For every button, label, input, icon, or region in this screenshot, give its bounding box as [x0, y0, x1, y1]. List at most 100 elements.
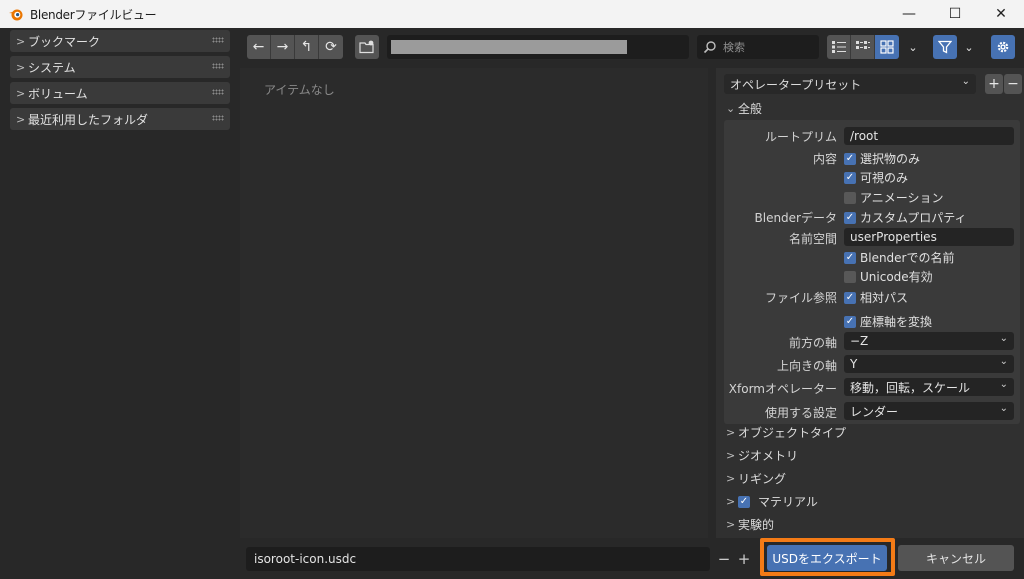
content-label: 内容: [812, 152, 837, 166]
xform-operator-value: 移動，回転，スケール: [850, 380, 971, 395]
close-button[interactable]: ✕: [978, 0, 1024, 28]
selected-only-label: 選択物のみ: [860, 152, 921, 166]
chevron-right-icon: >: [16, 112, 26, 126]
vertical-list-icon: [831, 41, 846, 53]
sidebar-panel-system[interactable]: > システム: [10, 56, 230, 78]
namespace-value: userProperties: [850, 230, 937, 244]
sidebar-panel-recent[interactable]: > 最近利用したフォルダ: [10, 108, 230, 130]
display-mode-group: [827, 35, 899, 59]
search-icon: [703, 41, 716, 54]
sidebar-panel-bookmarks[interactable]: > ブックマーク: [10, 30, 230, 52]
blender-names-checkbox[interactable]: ✓ Blenderでの名前: [844, 249, 955, 266]
drag-handle-icon[interactable]: [212, 63, 224, 69]
general-section-header[interactable]: ⌄ 全般: [726, 100, 762, 117]
relative-paths-label: 相対パス: [860, 291, 909, 305]
relative-paths-checkbox[interactable]: ✓ 相対パス: [844, 289, 908, 306]
sidebar-panel-volumes[interactable]: > ボリューム: [10, 82, 230, 104]
rigging-section-header[interactable]: > リギング: [726, 470, 786, 487]
maximize-button[interactable]: ☐: [932, 0, 978, 28]
chevron-right-icon: >: [16, 34, 26, 48]
forward-axis-dropdown[interactable]: −Z ⌄: [844, 332, 1014, 350]
chevron-down-icon: ⌄: [726, 102, 736, 115]
experimental-section-header[interactable]: > 実験的: [726, 516, 774, 533]
sidebar: > ブックマーク > システム > ボリューム > 最近利用したフォルダ: [4, 28, 236, 579]
drag-handle-icon[interactable]: [212, 37, 224, 43]
file-list-area[interactable]: アイテムなし: [240, 68, 708, 538]
object-types-section-header[interactable]: > オブジェクトタイプ: [726, 424, 846, 441]
horizontal-list-button[interactable]: [851, 35, 875, 59]
operator-presets-dropdown[interactable]: オペレータープリセット ⌄: [724, 74, 976, 94]
general-section-label: 全般: [738, 102, 763, 116]
filter-options-dropdown[interactable]: ⌄: [957, 35, 981, 59]
convert-axes-label: 座標軸を変換: [860, 315, 933, 329]
rigging-label: リギング: [738, 472, 787, 486]
custom-properties-checkbox[interactable]: ✓ カスタムプロパティ: [844, 209, 967, 226]
xform-operator-label: Xformオペレーター: [728, 382, 837, 396]
navigation-group: ← → ↰ ⟳: [247, 35, 343, 59]
title-bar: Blenderファイルビュー — ☐ ✕: [0, 0, 1024, 28]
chevron-down-icon: ⌄: [999, 403, 1008, 414]
root-prim-field[interactable]: /root: [844, 127, 1014, 145]
animation-checkbox[interactable]: アニメーション: [844, 189, 944, 206]
horizontal-list-icon: [855, 41, 870, 49]
thumbnails-button[interactable]: [875, 35, 899, 59]
add-preset-button[interactable]: +: [985, 74, 1003, 94]
namespace-field[interactable]: userProperties: [844, 228, 1014, 246]
chevron-down-icon: ⌄: [999, 356, 1008, 367]
settings-toggle-button[interactable]: [991, 35, 1015, 59]
up-axis-value: Y: [850, 357, 858, 371]
minimize-button[interactable]: —: [886, 0, 932, 28]
checkbox-checked-icon: ✓: [844, 171, 856, 184]
decrement-filename-button[interactable]: −: [715, 547, 733, 571]
thumbnails-icon: [880, 40, 894, 54]
export-settings-panel: オペレータープリセット ⌄ + − ⌄ 全般 ルートプリム /root 内容 ✓…: [716, 68, 1024, 538]
up-axis-dropdown[interactable]: Y ⌄: [844, 355, 1014, 373]
blender-names-label: Blenderでの名前: [860, 251, 955, 265]
chevron-down-icon: ⌄: [999, 379, 1008, 390]
display-options-dropdown[interactable]: ⌄: [901, 35, 925, 59]
directory-path-field[interactable]: [387, 35, 689, 59]
cancel-button[interactable]: キャンセル: [898, 545, 1014, 571]
drag-handle-icon[interactable]: [212, 89, 224, 95]
refresh-button[interactable]: ⟳: [319, 35, 343, 59]
materials-section-header[interactable]: > ✓ マテリアル: [726, 493, 818, 510]
selected-only-checkbox[interactable]: ✓ 選択物のみ: [844, 150, 920, 167]
drag-handle-icon[interactable]: [212, 115, 224, 121]
convert-axes-checkbox[interactable]: ✓ 座標軸を変換: [844, 313, 932, 330]
chevron-right-icon: >: [726, 426, 736, 439]
checkbox-checked-icon: ✓: [844, 315, 856, 328]
animation-label: アニメーション: [860, 191, 944, 205]
chevron-right-icon: >: [726, 495, 736, 508]
back-button[interactable]: ←: [247, 35, 271, 59]
xform-operator-dropdown[interactable]: 移動，回転，スケール ⌄: [844, 378, 1014, 396]
vertical-list-button[interactable]: [827, 35, 851, 59]
gear-icon: [997, 41, 1009, 53]
chevron-down-icon: ⌄: [999, 333, 1008, 344]
parent-directory-button[interactable]: ↰: [295, 35, 319, 59]
namespace-label: 名前空間: [788, 232, 837, 246]
filter-button[interactable]: [933, 35, 957, 59]
visible-only-checkbox[interactable]: ✓ 可視のみ: [844, 169, 908, 186]
materials-checkbox[interactable]: ✓: [738, 495, 750, 508]
arrow-left-icon: ←: [252, 39, 265, 55]
maximize-icon: ☐: [948, 6, 962, 22]
new-folder-button[interactable]: [355, 35, 379, 59]
filename-input[interactable]: isoroot-icon.usdc: [246, 547, 710, 571]
experimental-label: 実験的: [738, 518, 775, 532]
forward-button[interactable]: →: [271, 35, 295, 59]
operator-presets-label: オペレータープリセット: [730, 77, 862, 92]
custom-properties-label: カスタムプロパティ: [860, 211, 967, 225]
increment-filename-button[interactable]: +: [735, 547, 753, 571]
use-settings-dropdown[interactable]: レンダー ⌄: [844, 402, 1014, 420]
chevron-right-icon: >: [726, 472, 736, 485]
refresh-icon: ⟳: [325, 39, 337, 55]
unicode-checkbox[interactable]: Unicode有効: [844, 268, 933, 285]
remove-preset-button[interactable]: −: [1004, 74, 1022, 94]
use-settings-value: レンダー: [850, 404, 899, 419]
geometry-label: ジオメトリ: [738, 449, 799, 463]
materials-label: マテリアル: [758, 495, 818, 509]
close-icon: ✕: [995, 6, 1007, 22]
geometry-section-header[interactable]: > ジオメトリ: [726, 447, 798, 464]
search-input[interactable]: 検索: [697, 35, 819, 59]
sidebar-panel-label: 最近利用したフォルダ: [28, 112, 149, 127]
